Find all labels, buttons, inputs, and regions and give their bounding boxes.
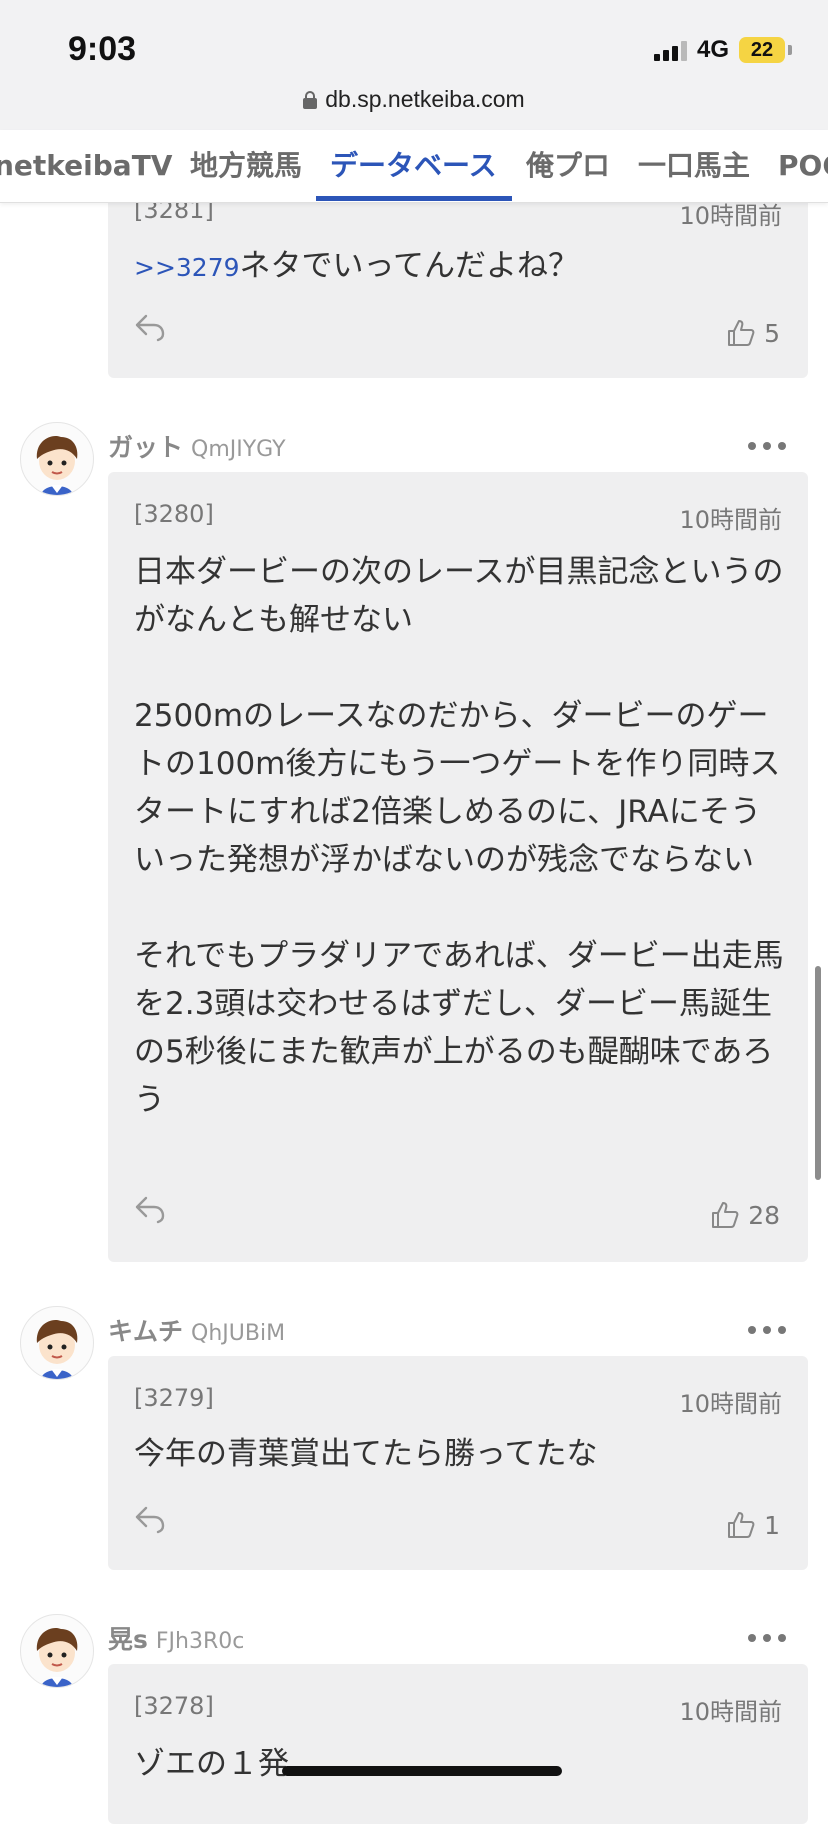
avatar-image-icon — [36, 1319, 78, 1379]
avatar-image-icon — [36, 435, 78, 495]
home-indicator[interactable] — [282, 1766, 562, 1776]
avatar[interactable] — [20, 1306, 94, 1380]
like-button[interactable]: 5 — [726, 318, 780, 348]
comment-text: ネタでいってんだよね？ — [239, 248, 579, 284]
active-tab-indicator — [316, 196, 512, 201]
battery-level: 22 — [739, 37, 785, 63]
thumbs-up-icon — [728, 1512, 755, 1538]
comment-number: [3280] — [134, 500, 214, 528]
network-type: 4G — [696, 36, 729, 63]
user-id: FJh3R0c — [155, 1629, 245, 1654]
more-options-icon[interactable] — [748, 442, 786, 450]
comment-text: 日本ダービーの次のレースが目黒記念というのがなんとも解せない 2500mのレース… — [134, 554, 784, 1118]
reply-icon[interactable] — [134, 1504, 166, 1534]
reply-icon[interactable] — [134, 312, 166, 342]
like-count: 28 — [748, 1200, 780, 1230]
like-button[interactable]: 1 — [726, 1510, 780, 1540]
comment-text: 今年の青葉賞出てたら勝ってたな — [134, 1436, 598, 1472]
comment-time: 10時間前 — [679, 1390, 782, 1418]
thumbs-up-icon — [712, 1202, 739, 1228]
tab-database[interactable]: データベース — [330, 130, 497, 202]
battery-icon: 22 — [739, 37, 792, 63]
status-time: 9:03 — [68, 30, 137, 68]
scrollbar[interactable] — [815, 966, 821, 1180]
lock-icon — [303, 90, 318, 109]
like-count: 5 — [764, 318, 780, 348]
avatar[interactable] — [20, 1614, 94, 1688]
tab-pog[interactable]: POG — [778, 130, 828, 202]
user-id: QhJUBiM — [191, 1321, 286, 1346]
user-id: QmJIYGY — [191, 437, 286, 462]
thumbs-up-icon — [728, 320, 755, 346]
tab-hitokuchi-banushi[interactable]: 一口馬主 — [638, 130, 750, 202]
avatar-image-icon — [36, 1627, 78, 1687]
comment-time: 10時間前 — [679, 1698, 782, 1726]
comment-card: [3279] 10時間前 今年の青葉賞出てたら勝ってたな 1 — [108, 1356, 808, 1570]
address-bar[interactable]: db.sp.netkeiba.com — [0, 86, 828, 113]
like-count: 1 — [764, 1510, 780, 1540]
comment-card: [3280] 10時間前 日本ダービーの次のレースが目黒記念というのがなんとも解… — [108, 472, 808, 1262]
url-text: db.sp.netkeiba.com — [325, 86, 525, 112]
more-options-icon[interactable] — [748, 1634, 786, 1642]
comment-number: [3278] — [134, 1692, 214, 1720]
comment-number: [3279] — [134, 1384, 214, 1412]
comment-body: >>3279ネタでいってんだよね？ — [134, 242, 786, 292]
signal-icon — [653, 39, 687, 61]
comment-text: ゾエの１発 — [134, 1746, 289, 1782]
reply-icon[interactable] — [134, 1194, 166, 1224]
user-name[interactable]: ガット QmJIYGY — [108, 428, 286, 464]
avatar[interactable] — [20, 422, 94, 496]
tab-chiho-keiba[interactable]: 地方競馬 — [190, 130, 302, 202]
comment-time: 10時間前 — [679, 506, 782, 534]
browser-top-bar: 9:03 4G 22 db.sp.netkeiba.com — [0, 0, 828, 131]
status-indicators: 4G 22 — [653, 34, 792, 66]
user-name[interactable]: キムチ QhJUBiM — [108, 1312, 285, 1348]
reply-anchor-link[interactable]: >>3279 — [134, 253, 240, 282]
comment-card: [3278] 10時間前 ゾエの１発 — [108, 1664, 808, 1824]
like-button[interactable]: 28 — [710, 1200, 780, 1230]
comment-list: [3281] 10時間前 >>3279ネタでいってんだよね？ 5 ガット QmJI… — [0, 0, 828, 1824]
more-options-icon[interactable] — [748, 1326, 786, 1334]
tab-netkeibatv[interactable]: netkeibaTV — [0, 130, 172, 202]
nav-tabs: netkeibaTV 地方競馬 データベース 俺プロ 一口馬主 POG — [0, 130, 828, 203]
user-name[interactable]: 晃s FJh3R0c — [108, 1620, 244, 1656]
tab-ore-pro[interactable]: 俺プロ — [526, 130, 610, 202]
